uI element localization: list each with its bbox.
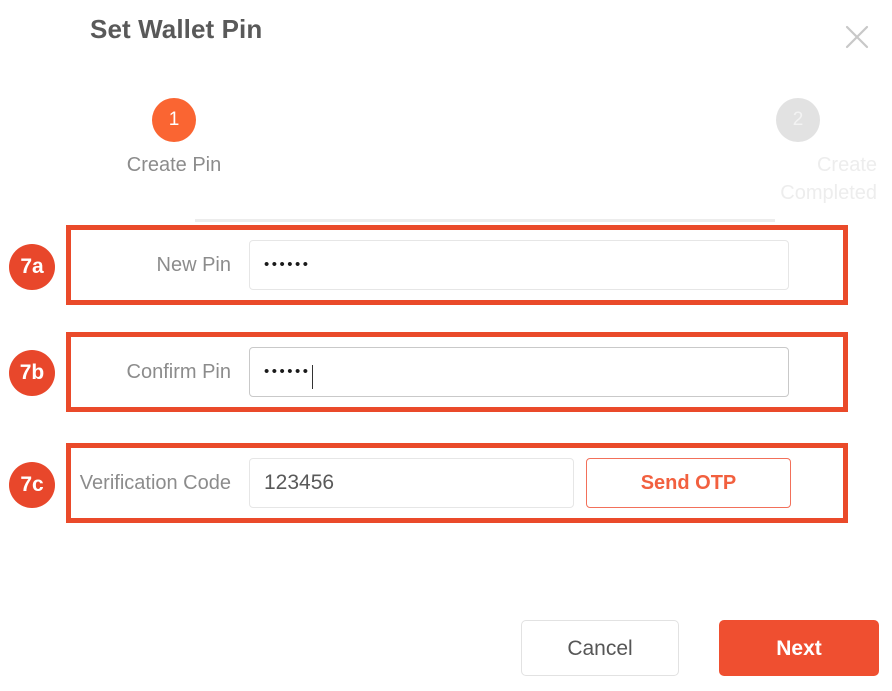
confirm-pin-input[interactable]: •••••• xyxy=(249,347,789,397)
progress-stepper: 1 Create Pin 2 Create Completed xyxy=(0,98,892,222)
confirm-pin-label: Confirm Pin xyxy=(126,360,231,383)
stepper-step-create-completed[interactable]: 2 Create Completed xyxy=(718,98,878,207)
text-caret xyxy=(311,365,313,389)
stepper-step-create-pin[interactable]: 1 Create Pin xyxy=(94,98,254,179)
stepper-step-2-number: 2 xyxy=(776,98,820,142)
stepper-step-1-label: Create Pin xyxy=(126,154,222,176)
page-title: Set Wallet Pin xyxy=(90,14,263,44)
annotation-badge-7b: 7b xyxy=(9,350,55,396)
annotation-badge-7c: 7c xyxy=(9,462,55,508)
annotation-badge-7a: 7a xyxy=(9,244,55,290)
next-button[interactable]: Next xyxy=(719,620,879,676)
dialog-footer: Cancel Next xyxy=(0,620,892,682)
stepper-connector-line xyxy=(195,219,775,222)
new-pin-value: •••••• xyxy=(264,255,311,273)
verification-code-label: Verification Code xyxy=(79,471,231,494)
confirm-pin-value: •••••• xyxy=(264,362,311,380)
new-pin-label: New Pin xyxy=(156,253,231,276)
verification-code-value: 123456 xyxy=(264,471,335,494)
send-otp-button[interactable]: Send OTP xyxy=(586,458,791,508)
confirm-pin-row-highlight: Confirm Pin •••••• xyxy=(66,332,848,412)
cancel-button[interactable]: Cancel xyxy=(521,620,679,676)
verification-code-input[interactable]: 123456 xyxy=(249,458,574,508)
stepper-step-1-number: 1 xyxy=(152,98,196,142)
set-wallet-pin-dialog: Set Wallet Pin 1 Create Pin 2 Create Com… xyxy=(0,0,892,691)
new-pin-input[interactable]: •••••• xyxy=(249,240,789,290)
verification-code-row-highlight: Verification Code 123456 Send OTP xyxy=(66,443,848,523)
new-pin-row-highlight: New Pin •••••• xyxy=(66,225,848,305)
close-icon[interactable] xyxy=(840,20,874,54)
stepper-step-2-label: Create Completed xyxy=(780,154,877,204)
